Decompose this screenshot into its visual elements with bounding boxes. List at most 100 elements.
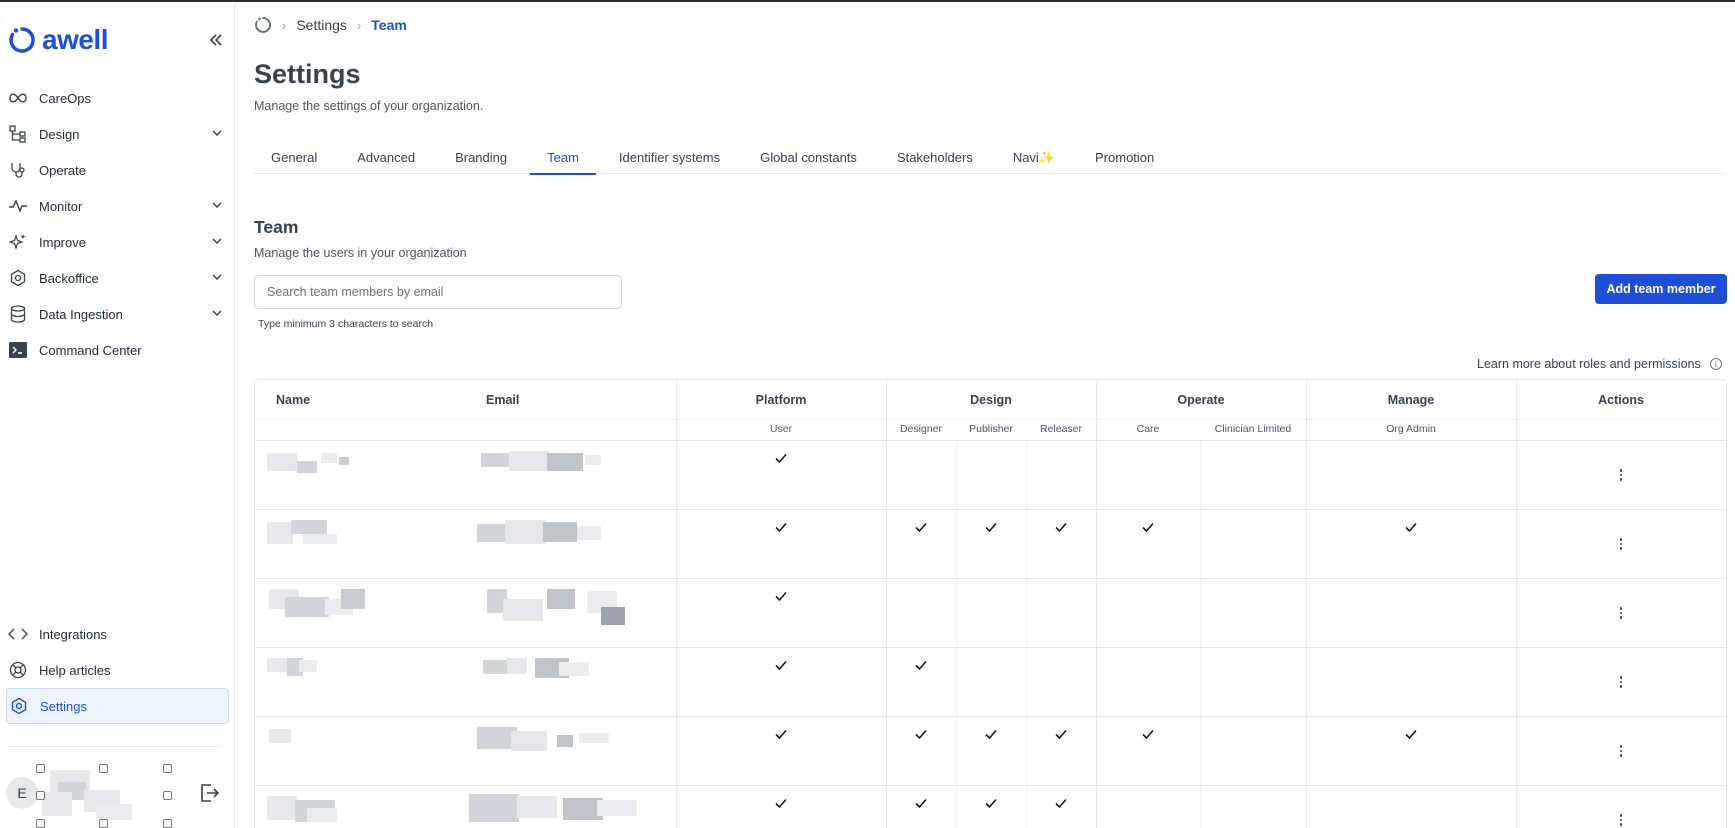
resize-handle[interactable] [99,764,108,773]
tab-global-constants[interactable]: Global constants [743,150,874,174]
role-check-icon [1055,729,1067,740]
stethoscope-icon [8,160,28,180]
table-row [255,441,1726,510]
role-check-icon [1055,798,1067,809]
code-icon [8,624,28,644]
search-team-input[interactable] [254,275,622,309]
avatar[interactable]: E [6,777,38,809]
sidebar-item-settings[interactable]: Settings [6,688,229,724]
role-check-icon [1055,522,1067,533]
resize-handle[interactable] [36,819,45,828]
resize-handle[interactable] [163,819,172,828]
tab-team[interactable]: Team [530,150,596,175]
sub-column-divider [956,717,957,785]
table-row [255,579,1726,648]
page-subtitle: Manage the settings of your organization… [254,99,484,113]
header-email: Email [486,393,520,407]
role-check-icon [1142,729,1154,740]
subheader-clinician-limited: Clinician Limited [1214,423,1292,435]
breadcrumb-settings[interactable]: Settings [296,17,347,33]
row-actions-menu-icon[interactable] [1612,466,1630,484]
chevron-down-icon[interactable] [211,271,223,283]
tab-identifier-systems[interactable]: Identifier systems [602,150,737,174]
table-subheader-row: User Designer Publisher Releaser Care Cl… [255,420,1726,441]
row-actions-menu-icon[interactable] [1612,604,1630,622]
sub-column-divider [1200,786,1201,828]
sidebar-item-label: Settings [40,698,87,714]
role-check-icon [985,729,997,740]
resize-handle[interactable] [36,764,45,773]
sidebar-item-improve[interactable]: Improve [0,224,235,260]
sub-column-divider [956,510,957,578]
sparkles-icon [8,232,28,252]
brand-name: awell [42,24,108,55]
sidebar-item-careops[interactable]: CareOps [0,80,235,116]
sidebar-item-label: Help articles [39,662,111,678]
chevron-down-icon[interactable] [211,307,223,319]
header-manage: Manage [1387,393,1435,407]
sidebar-item-label: Command Center [39,342,142,358]
subheader-user: User [769,423,793,435]
add-team-member-button[interactable]: Add team member [1595,274,1727,304]
sidebar-item-label: Integrations [39,626,107,642]
sidebar-item-command-center[interactable]: Command Center [0,332,235,368]
sub-column-divider [1026,441,1027,509]
sidebar-item-label: CareOps [39,90,92,106]
row-actions-menu-icon[interactable] [1612,535,1630,553]
resize-handle[interactable] [163,764,172,773]
resize-handle[interactable] [99,819,108,828]
learn-more-label: Learn more about roles and permissions [1477,357,1701,371]
breadcrumb-team[interactable]: Team [371,17,407,33]
sub-column-divider [1026,510,1027,578]
subheader-org-admin: Org Admin [1386,423,1436,435]
role-check-icon [915,522,927,533]
sidebar-item-label: Operate [39,162,86,178]
sidebar-item-label: Monitor [39,198,83,214]
sub-column-divider [1026,717,1027,785]
row-actions-menu-icon[interactable] [1612,811,1630,828]
sidebar-item-integrations[interactable]: Integrations [0,616,235,652]
tab-advanced[interactable]: Advanced [340,150,432,174]
breadcrumb: › Settings › Team [254,16,407,34]
chevron-down-icon[interactable] [211,199,223,211]
terminal-icon [8,340,28,360]
home-logo-icon[interactable] [254,16,272,34]
team-section-subtitle: Manage the users in your organization [254,246,467,260]
sub-column-divider [956,441,957,509]
tab-promotion[interactable]: Promotion [1078,150,1171,174]
tab-navi[interactable]: Navi✨ [996,150,1072,174]
page-title: Settings [254,59,361,89]
chevron-down-icon[interactable] [211,235,223,247]
sidebar-item-design[interactable]: Design [0,116,235,152]
logout-icon[interactable] [198,782,220,804]
row-actions-menu-icon[interactable] [1612,742,1630,760]
chevron-down-icon[interactable] [211,127,223,139]
header-name: Name [276,393,311,407]
sidebar-item-label: Improve [39,234,86,250]
learn-more-link[interactable]: Learn more about roles and permissions i [1477,357,1722,371]
sub-column-divider [1200,441,1201,509]
table-header-row: Name Email Platform Design Operate Manag… [255,380,1726,420]
brand-logo[interactable]: awell [8,24,108,56]
role-check-icon [775,591,787,602]
role-check-icon [775,729,787,740]
role-check-icon [915,660,927,671]
sub-column-divider [1026,786,1027,828]
resize-handle[interactable] [163,791,172,800]
collapse-sidebar-icon[interactable] [206,30,226,50]
sidebar-item-backoffice[interactable]: Backoffice [0,260,235,296]
tab-stakeholders[interactable]: Stakeholders [880,150,990,174]
lifebuoy-icon [8,660,28,680]
breadcrumb-separator-icon: › [282,17,287,33]
sidebar-item-monitor[interactable]: Monitor [0,188,235,224]
tab-branding[interactable]: Branding [438,150,524,174]
header-platform: Platform [755,393,807,407]
row-actions-menu-icon[interactable] [1612,673,1630,691]
secondary-nav: Integrations Help articles Settings [0,616,235,724]
tab-general[interactable]: General [254,150,334,174]
resize-handle[interactable] [36,791,45,800]
sidebar-item-operate[interactable]: Operate [0,152,235,188]
cog-icon [8,268,28,288]
sidebar-item-data-ingestion[interactable]: Data Ingestion [0,296,235,332]
sidebar-item-help-articles[interactable]: Help articles [0,652,235,688]
